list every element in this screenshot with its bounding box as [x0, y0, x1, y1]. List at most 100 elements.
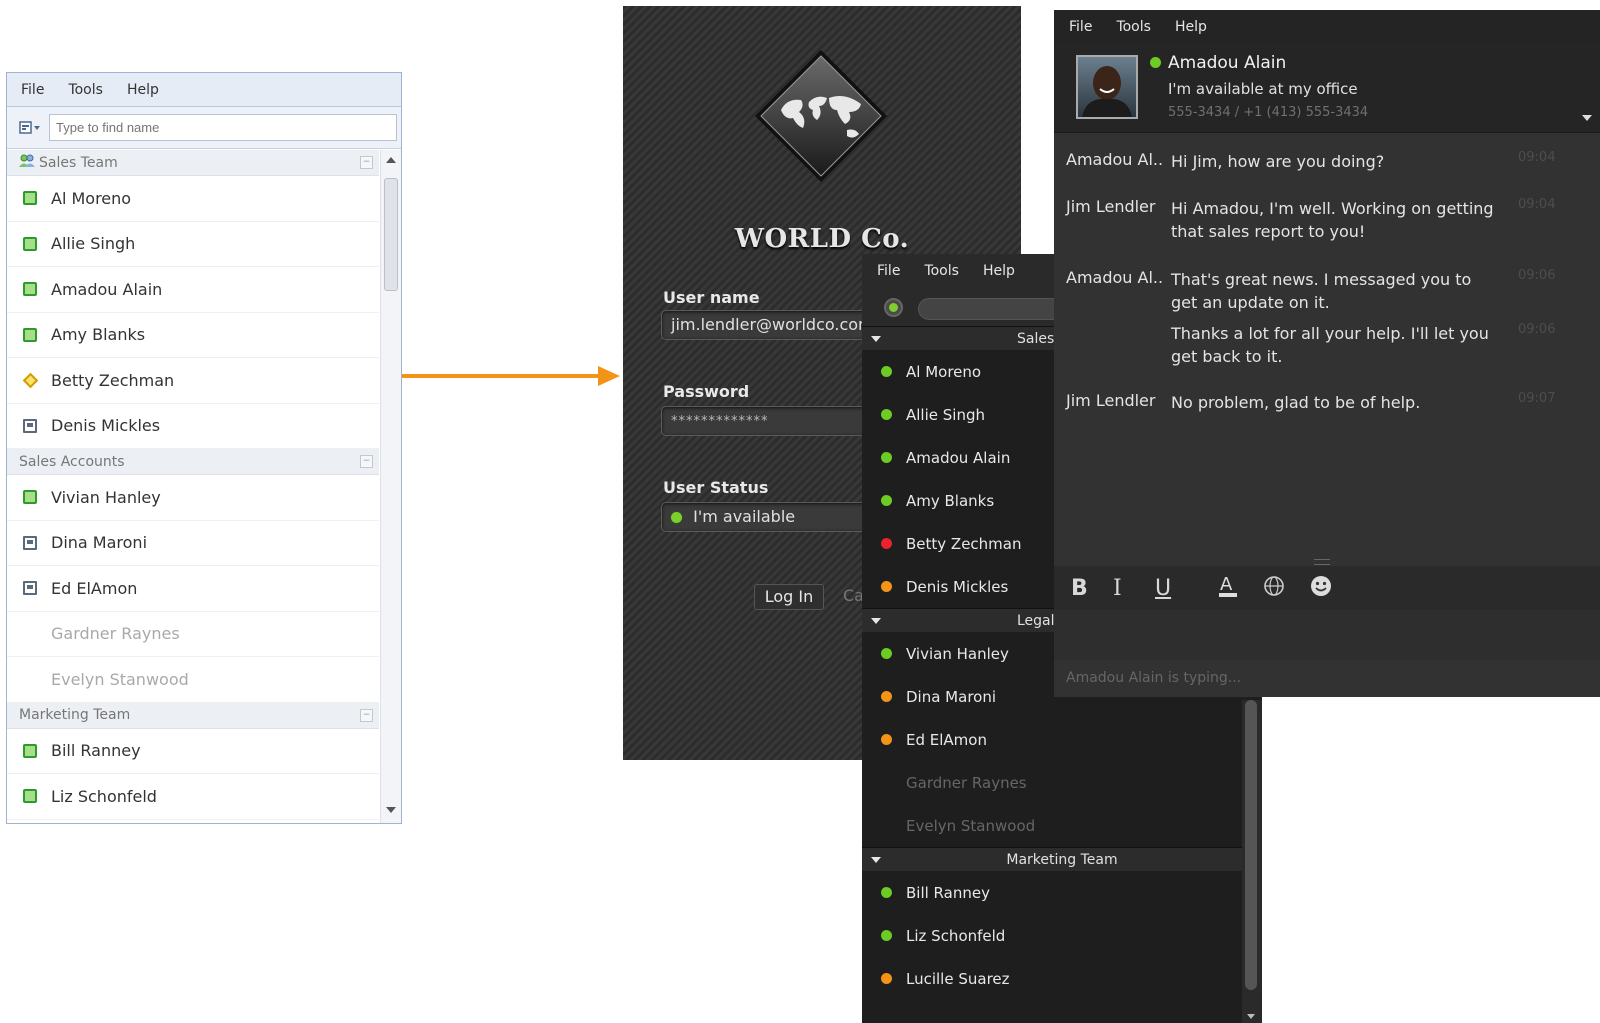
- globe-icon[interactable]: [1263, 575, 1309, 601]
- find-name-input[interactable]: [49, 114, 397, 141]
- contact-name: Gardner Raynes: [51, 624, 180, 644]
- message-text: Hi Amadou, I'm well. Working on getting …: [1171, 199, 1494, 241]
- menu-file[interactable]: File: [877, 263, 900, 279]
- scroll-thumb[interactable]: [1245, 700, 1257, 990]
- expand-triangle-icon[interactable]: [871, 618, 881, 624]
- contact-row[interactable]: Bill Ranney: [7, 729, 379, 774]
- menu-help[interactable]: Help: [1175, 19, 1207, 35]
- log-in-button[interactable]: Log In: [754, 584, 824, 610]
- group-header-marketing-team[interactable]: Marketing Team −: [7, 702, 379, 729]
- chat-menubar: File Tools Help: [1054, 10, 1600, 43]
- online-status-icon: [881, 366, 892, 377]
- scroll-up-icon[interactable]: [386, 157, 396, 163]
- format-toolbar: B I U A: [1054, 566, 1600, 610]
- contact-row[interactable]: Ed ElAmon: [862, 718, 1262, 761]
- contact-row[interactable]: Amy Blanks: [7, 313, 379, 358]
- expand-triangle-icon[interactable]: [871, 857, 881, 863]
- busy-status-icon: [23, 581, 37, 596]
- contact-row[interactable]: Allie Singh: [7, 222, 379, 267]
- group-name: Sales: [1017, 330, 1055, 347]
- collapse-icon[interactable]: −: [360, 455, 373, 468]
- user-status-label: User Status: [663, 478, 769, 497]
- contact-row[interactable]: Dina Maroni: [7, 521, 379, 566]
- contact-name: Gardner Raynes: [906, 773, 1027, 792]
- away-status-icon: [881, 973, 892, 984]
- contact-row[interactable]: Evelyn Stanwood: [862, 804, 1262, 847]
- underline-button[interactable]: U: [1155, 576, 1197, 601]
- contact-row[interactable]: Denis Mickles: [7, 404, 379, 449]
- scroll-down-icon[interactable]: [1247, 1014, 1255, 1019]
- group-header-sales-team[interactable]: Sales Team −: [7, 150, 379, 176]
- group-name: Legal: [1017, 612, 1055, 629]
- menu-help[interactable]: Help: [127, 82, 159, 98]
- world-globe-logo-icon: [755, 50, 887, 182]
- transition-arrow-icon: [402, 366, 620, 386]
- contact-row[interactable]: Gardner Raynes: [862, 761, 1262, 804]
- message-sender: Amadou Al..: [1066, 268, 1164, 287]
- contact-row[interactable]: Evelyn Stanwood: [7, 657, 379, 703]
- message-sender: Jim Lendler: [1066, 197, 1156, 216]
- message-text: No problem, glad to be of help.: [1171, 393, 1421, 412]
- avatar: [1076, 55, 1138, 119]
- contact-name: Allie Singh: [906, 405, 985, 424]
- bold-button[interactable]: B: [1071, 576, 1113, 601]
- contact-status-message: I'm available at my office: [1168, 80, 1358, 98]
- contact-name: Liz Schonfeld: [906, 926, 1006, 945]
- font-color-icon[interactable]: A: [1217, 574, 1263, 602]
- contact-row[interactable]: Liz Schonfeld: [7, 774, 379, 820]
- contact-row[interactable]: Amadou Alain: [7, 267, 379, 313]
- menu-file[interactable]: File: [21, 82, 44, 98]
- expand-triangle-icon[interactable]: [871, 336, 881, 342]
- contact-name: Amy Blanks: [906, 491, 995, 510]
- message-time: 09:07: [1518, 391, 1556, 406]
- scroll-down-icon[interactable]: [386, 807, 396, 813]
- contact-row[interactable]: Ed ElAmon: [7, 566, 379, 612]
- contact-row[interactable]: Al Moreno: [7, 176, 379, 222]
- menu-tools[interactable]: Tools: [68, 82, 103, 98]
- contact-name: Dina Maroni: [906, 687, 997, 706]
- view-options-icon[interactable]: [15, 118, 45, 138]
- group-header-marketing-team[interactable]: Marketing Team: [862, 847, 1262, 871]
- emoticon-icon[interactable]: [1309, 574, 1355, 602]
- busy-status-icon: [23, 418, 37, 433]
- contact-name: Liz Schonfeld: [51, 786, 157, 806]
- italic-button[interactable]: I: [1113, 576, 1155, 601]
- my-status-icon[interactable]: [884, 298, 903, 317]
- contact-phone: 555-3434 / +1 (413) 555-3434: [1168, 105, 1369, 120]
- message-time: 09:04: [1518, 197, 1556, 212]
- contact-name: Amadou Alain: [1168, 53, 1287, 73]
- dark-scrollbar[interactable]: [1242, 700, 1262, 1023]
- svg-text:A: A: [1220, 574, 1233, 595]
- online-status-icon: [881, 495, 892, 506]
- online-status-icon: [881, 930, 892, 941]
- light-contact-list: Sales Team − Al Moreno Allie Singh Amadou Al…: [7, 150, 379, 823]
- cancel-button[interactable]: Ca: [843, 586, 864, 605]
- user-status-value: I'm available: [693, 507, 796, 526]
- contact-row[interactable]: Liz Schonfeld: [862, 914, 1262, 957]
- contact-row[interactable]: Gardner Raynes: [7, 612, 379, 657]
- contact-name: Al Moreno: [906, 362, 982, 381]
- group-header-sales-accounts[interactable]: Sales Accounts −: [7, 449, 379, 475]
- scroll-thumb[interactable]: [384, 178, 398, 291]
- online-status-icon: [23, 282, 37, 297]
- contact-name: Bill Ranney: [906, 883, 990, 902]
- chevron-down-icon[interactable]: [1582, 115, 1592, 121]
- message-input[interactable]: [1054, 610, 1600, 660]
- menu-file[interactable]: File: [1069, 19, 1092, 35]
- message-text: Hi Jim, how are you doing?: [1171, 152, 1385, 171]
- offline-status-icon: [23, 672, 37, 686]
- contact-row[interactable]: Bill Ranney: [862, 871, 1262, 914]
- busy-status-icon: [881, 538, 892, 549]
- online-status-icon: [881, 452, 892, 463]
- contact-row[interactable]: Betty Zechman: [7, 358, 379, 404]
- light-scrollbar[interactable]: [380, 150, 401, 823]
- contact-name: Lucille Suarez: [906, 969, 1010, 988]
- contact-row[interactable]: Vivian Hanley: [7, 475, 379, 521]
- collapse-icon[interactable]: −: [360, 708, 373, 722]
- collapse-icon[interactable]: −: [360, 156, 373, 169]
- pane-splitter-handle[interactable]: [1314, 559, 1330, 565]
- menu-help[interactable]: Help: [983, 263, 1015, 279]
- menu-tools[interactable]: Tools: [1116, 19, 1151, 35]
- contact-row[interactable]: Lucille Suarez: [862, 957, 1262, 1000]
- menu-tools[interactable]: Tools: [924, 263, 959, 279]
